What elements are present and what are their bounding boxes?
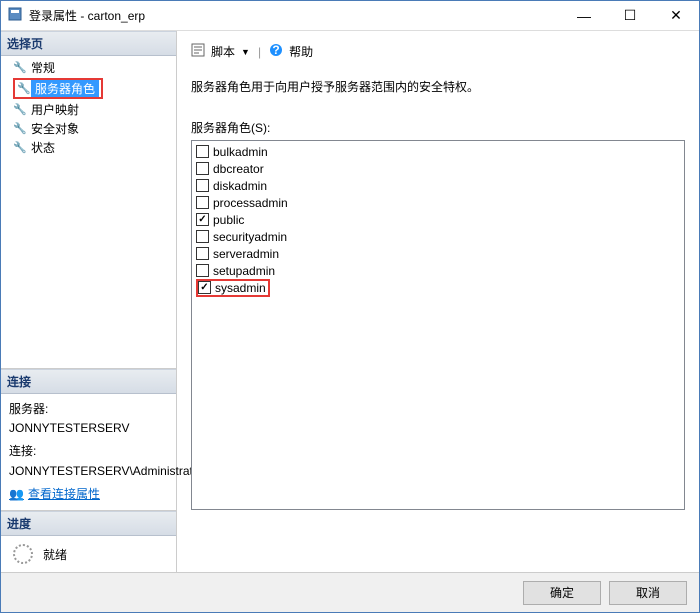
role-name: sysadmin [215, 281, 266, 295]
help-button[interactable]: 帮助 [289, 43, 313, 60]
checkbox[interactable] [198, 281, 211, 294]
dialog-footer: 确定 取消 [1, 572, 699, 612]
connection-icon: 👥 [9, 485, 24, 504]
connection-section: 连接 服务器: JONNYTESTERSERV 连接: JONNYTESTERS… [1, 368, 176, 510]
separator: | [258, 45, 261, 59]
role-name: dbcreator [213, 162, 264, 176]
checkbox[interactable] [196, 145, 209, 158]
script-button[interactable]: 脚本 [211, 43, 235, 60]
link-label: 查看连接属性 [28, 485, 100, 504]
connection-header: 连接 [1, 369, 176, 394]
role-row-dbcreator[interactable]: dbcreator [194, 160, 682, 177]
checkbox[interactable] [196, 247, 209, 260]
roles-list-label: 服务器角色(S): [191, 119, 685, 136]
role-row-sysadmin[interactable]: sysadmin [194, 279, 682, 296]
role-row-bulkadmin[interactable]: bulkadmin [194, 143, 682, 160]
role-row-diskadmin[interactable]: diskadmin [194, 177, 682, 194]
role-row-setupadmin[interactable]: setupadmin [194, 262, 682, 279]
sidebar-item-label: 服务器角色 [31, 80, 99, 97]
wrench-icon: 🔧 [13, 122, 27, 135]
role-row-public[interactable]: public [194, 211, 682, 228]
wrench-icon: 🔧 [17, 82, 31, 95]
window-icon [7, 6, 23, 25]
page-list: 🔧 常规 🔧 服务器角色 🔧 用户映射 🔧 安全对象 [1, 56, 176, 159]
role-name: setupadmin [213, 264, 275, 278]
wrench-icon: 🔧 [13, 61, 27, 74]
role-name: public [213, 213, 244, 227]
sidebar-item-general[interactable]: 🔧 常规 [1, 58, 176, 77]
script-icon [191, 43, 205, 60]
highlight-annotation: sysadmin [196, 279, 270, 297]
minimize-button[interactable]: — [561, 1, 607, 30]
sidebar-item-label: 状态 [31, 139, 55, 156]
dropdown-icon[interactable]: ▼ [241, 47, 250, 57]
progress-spinner-icon [13, 544, 33, 564]
svg-text:?: ? [272, 43, 279, 57]
window-title: 登录属性 - carton_erp [29, 7, 561, 24]
select-page-header: 选择页 [1, 31, 176, 56]
progress-section: 进度 就绪 [1, 510, 176, 572]
description-text: 服务器角色用于向用户授予服务器范围内的安全特权。 [191, 78, 685, 95]
server-label: 服务器: [9, 400, 168, 419]
checkbox[interactable] [196, 230, 209, 243]
role-name: securityadmin [213, 230, 287, 244]
checkbox[interactable] [196, 162, 209, 175]
view-connection-properties-link[interactable]: 👥 查看连接属性 [9, 485, 100, 504]
role-name: diskadmin [213, 179, 267, 193]
toolbar: 脚本 ▼ | ? 帮助 [191, 39, 685, 70]
checkbox[interactable] [196, 196, 209, 209]
sidebar-item-server-roles[interactable]: 🔧 服务器角色 [1, 77, 176, 100]
conn-value: JONNYTESTERSERV\Administrat [9, 462, 168, 481]
ok-button[interactable]: 确定 [523, 581, 601, 605]
wrench-icon: 🔧 [13, 141, 27, 154]
checkbox[interactable] [196, 179, 209, 192]
sidebar-item-status[interactable]: 🔧 状态 [1, 138, 176, 157]
titlebar[interactable]: 登录属性 - carton_erp — ☐ ✕ [1, 1, 699, 31]
conn-label: 连接: [9, 442, 168, 461]
role-name: bulkadmin [213, 145, 268, 159]
role-row-processadmin[interactable]: processadmin [194, 194, 682, 211]
help-icon: ? [269, 43, 283, 60]
checkbox[interactable] [196, 213, 209, 226]
sidebar: 选择页 🔧 常规 🔧 服务器角色 🔧 用户映射 🔧 [1, 31, 177, 572]
sidebar-item-label: 安全对象 [31, 120, 79, 137]
sidebar-item-label: 用户映射 [31, 101, 79, 118]
highlight-annotation: 🔧 服务器角色 [13, 78, 103, 99]
maximize-button[interactable]: ☐ [607, 1, 653, 30]
checkbox[interactable] [196, 264, 209, 277]
role-name: processadmin [213, 196, 288, 210]
main-panel: 脚本 ▼ | ? 帮助 服务器角色用于向用户授予服务器范围内的安全特权。 服务器… [177, 31, 699, 572]
server-roles-listbox[interactable]: bulkadmin dbcreator diskadmin processadm… [191, 140, 685, 510]
role-row-securityadmin[interactable]: securityadmin [194, 228, 682, 245]
role-name: serveradmin [213, 247, 279, 261]
wrench-icon: 🔧 [13, 103, 27, 116]
server-value: JONNYTESTERSERV [9, 419, 168, 438]
progress-header: 进度 [1, 511, 176, 536]
role-row-serveradmin[interactable]: serveradmin [194, 245, 682, 262]
sidebar-item-user-mapping[interactable]: 🔧 用户映射 [1, 100, 176, 119]
progress-status: 就绪 [43, 546, 67, 563]
sidebar-item-label: 常规 [31, 59, 55, 76]
login-properties-window: 登录属性 - carton_erp — ☐ ✕ 选择页 🔧 常规 🔧 服务器角色 [0, 0, 700, 613]
cancel-button[interactable]: 取消 [609, 581, 687, 605]
close-button[interactable]: ✕ [653, 1, 699, 30]
sidebar-item-securables[interactable]: 🔧 安全对象 [1, 119, 176, 138]
